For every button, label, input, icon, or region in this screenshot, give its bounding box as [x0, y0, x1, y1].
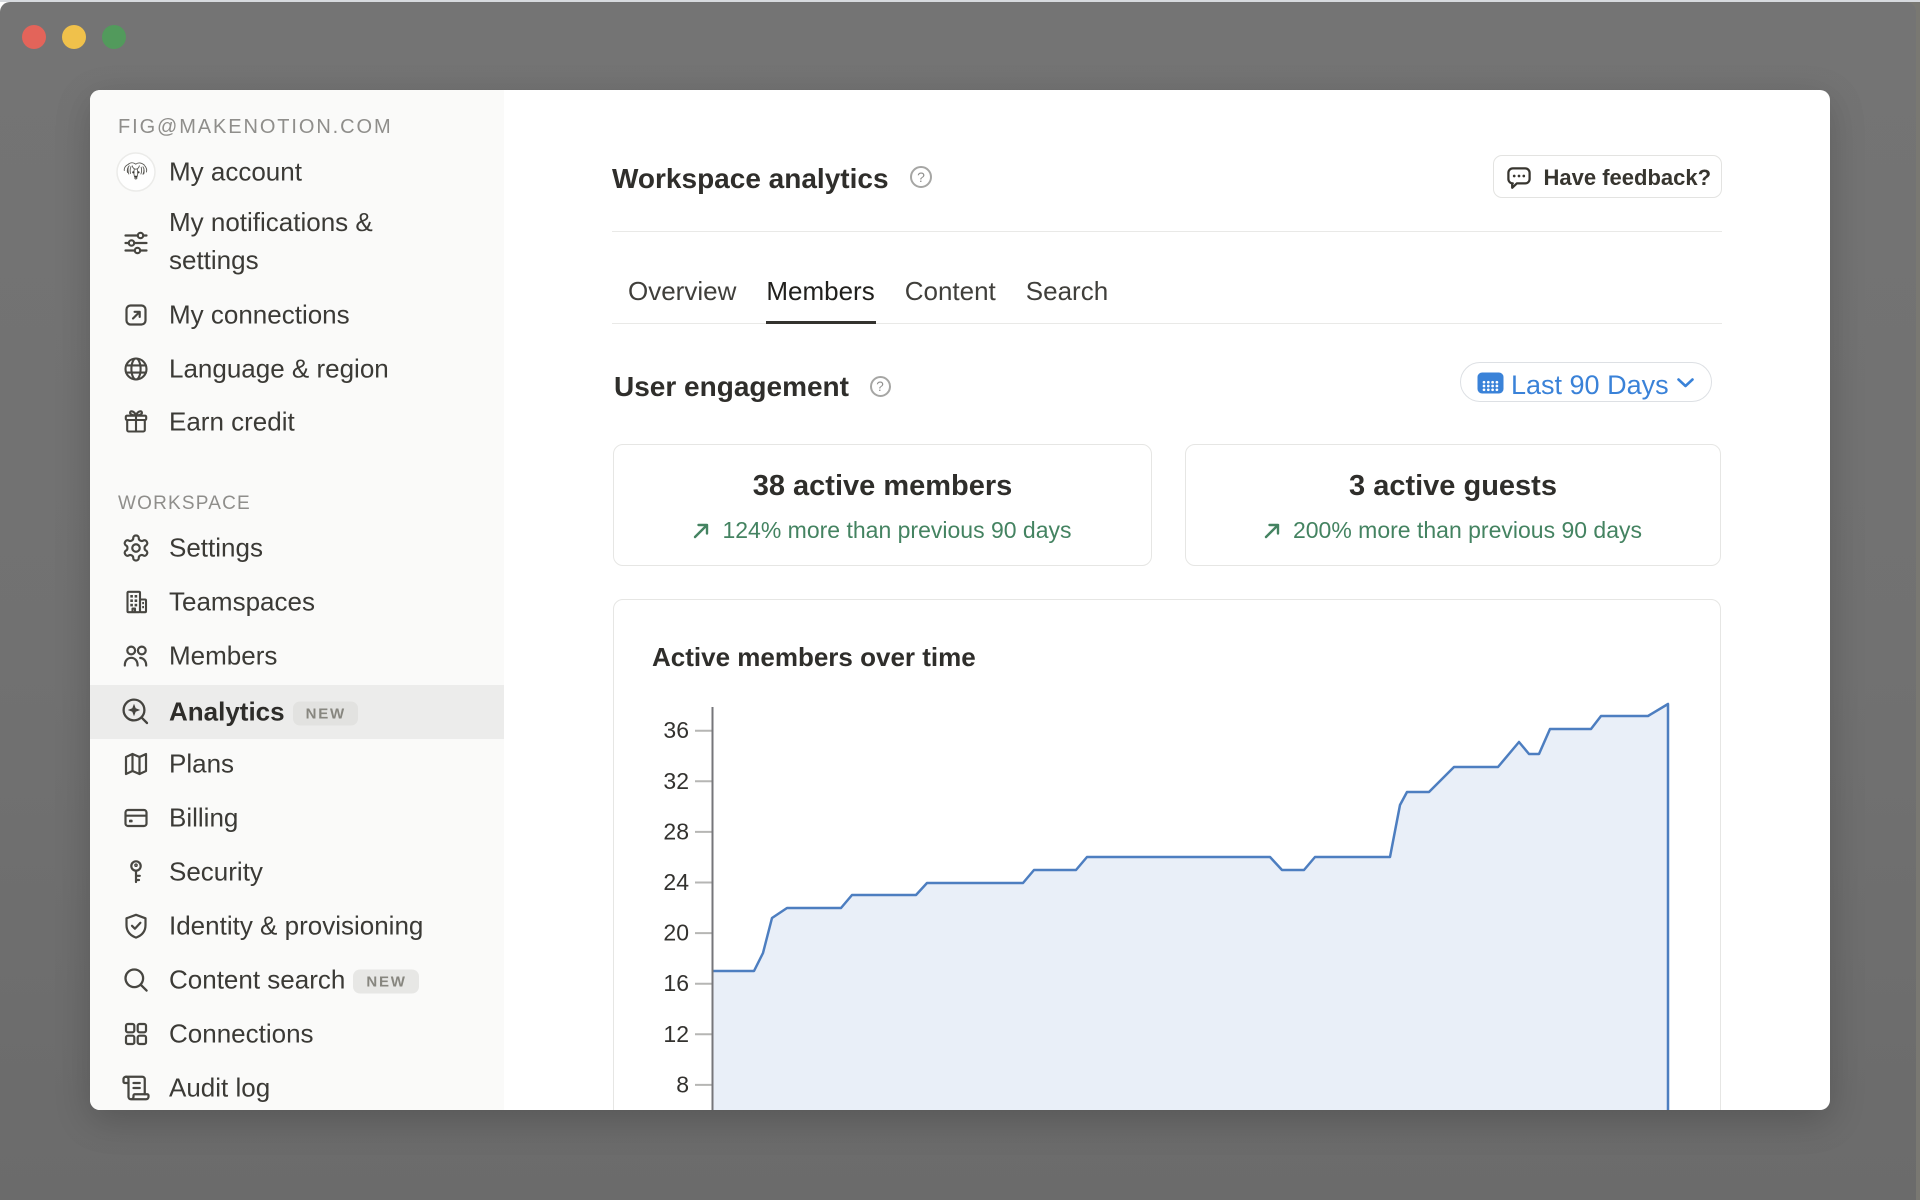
svg-text:20: 20: [663, 920, 689, 946]
svg-text:16: 16: [663, 970, 689, 996]
svg-text:12: 12: [663, 1021, 689, 1047]
svg-text:32: 32: [663, 768, 689, 794]
svg-text:28: 28: [663, 818, 689, 844]
svg-text:24: 24: [663, 869, 689, 895]
svg-text:36: 36: [663, 717, 689, 743]
svg-text:8: 8: [676, 1071, 689, 1097]
